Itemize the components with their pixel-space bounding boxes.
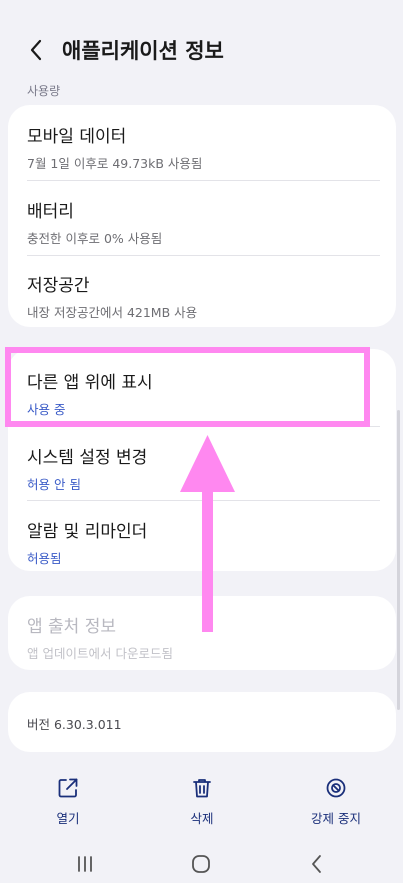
scrollbar[interactable] — [397, 410, 400, 710]
home-icon — [192, 855, 210, 873]
battery-item[interactable]: 배터리 충전한 이후로 0% 사용됨 — [27, 197, 380, 247]
item-title: 저장공간 — [27, 276, 90, 296]
bottom-action-bar: 열기 삭제 강제 중지 — [0, 776, 403, 832]
recents-icon — [78, 856, 92, 872]
version-card: 버전 6.30.3.011 — [8, 692, 396, 752]
back-nav-button[interactable] — [302, 852, 332, 876]
recents-button[interactable] — [70, 852, 100, 876]
item-subtitle: 충전한 이후로 0% 사용됨 — [27, 231, 163, 246]
item-subtitle: 앱 업데이트에서 다운로드됨 — [27, 646, 173, 661]
action-label: 열기 — [56, 811, 80, 826]
storage-item[interactable]: 저장공간 내장 저장공간에서 421MB 사용 — [27, 271, 380, 321]
trash-icon — [193, 779, 211, 798]
item-title: 모바일 데이터 — [27, 127, 127, 147]
arrow-up-icon — [180, 435, 235, 632]
open-button[interactable]: 열기 — [28, 776, 108, 827]
uninstall-button[interactable]: 삭제 — [162, 776, 242, 827]
app-bar: 애플리케이션 정보 — [0, 30, 403, 70]
force-stop-button[interactable]: 강제 중지 — [296, 776, 376, 827]
action-label: 강제 중지 — [311, 811, 361, 826]
divider — [27, 255, 380, 256]
version-text: 버전 6.30.3.011 — [27, 717, 122, 732]
divider — [27, 180, 380, 181]
chevron-left-icon — [30, 39, 42, 61]
item-subtitle: 7월 1일 이후로 49.73kB 사용됨 — [27, 156, 203, 171]
usage-section-label: 사용량 — [27, 84, 61, 98]
highlight-box — [5, 347, 370, 427]
force-stop-icon — [326, 778, 346, 798]
page-title: 애플리케이션 정보 — [62, 39, 224, 63]
open-external-icon — [58, 778, 78, 798]
item-subtitle: 내장 저장공간에서 421MB 사용 — [27, 305, 198, 320]
system-navigation-bar — [0, 842, 403, 883]
back-button[interactable] — [24, 36, 48, 64]
back-icon — [312, 855, 321, 873]
action-label: 삭제 — [190, 811, 214, 826]
mobile-data-item[interactable]: 모바일 데이터 7월 1일 이후로 49.73kB 사용됨 — [27, 122, 380, 172]
home-button[interactable] — [186, 852, 216, 876]
item-title: 배터리 — [27, 202, 74, 222]
usage-card: 모바일 데이터 7월 1일 이후로 49.73kB 사용됨 배터리 충전한 이후… — [8, 105, 396, 327]
